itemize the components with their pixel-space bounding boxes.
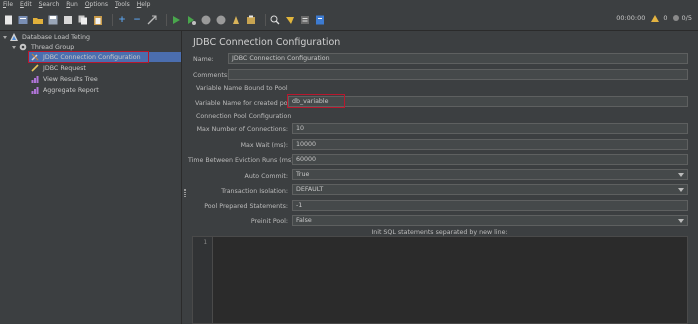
tree-item-label: JDBC Request <box>43 64 86 72</box>
chart-icon <box>31 76 39 83</box>
elapsed-time: 00:00:00 <box>616 14 646 22</box>
auto-commit-select[interactable]: True <box>292 169 688 180</box>
search-icon[interactable] <box>270 15 280 25</box>
clear-all-icon[interactable] <box>246 15 256 25</box>
menu-file[interactable]: File <box>3 1 13 8</box>
line-number-gutter: 1 <box>193 237 213 323</box>
eviction-runs-label: Time Between Eviction Runs (ms): <box>188 157 296 164</box>
menu-search[interactable]: Search <box>39 1 60 8</box>
shutdown-icon[interactable] <box>216 15 226 25</box>
function-helper-icon[interactable] <box>300 15 310 25</box>
tree-item-jdbc-request[interactable]: JDBC Request <box>31 63 86 73</box>
max-connections-label: Max Number of Connections: <box>196 126 288 133</box>
menu-help[interactable]: Help <box>137 1 151 8</box>
config-panel: JDBC Connection Configuration Name: JDBC… <box>188 31 698 324</box>
toolbar: + − 00:00:00 0 0/5 <box>0 9 698 31</box>
thread-indicator-icon <box>672 15 679 21</box>
chevron-down-icon[interactable] <box>12 45 16 49</box>
eviction-runs-field[interactable]: 60000 <box>292 154 688 165</box>
max-wait-field[interactable]: 10000 <box>292 139 688 150</box>
status-area: 00:00:00 0 0/5 <box>616 14 692 22</box>
tree-item-label: Aggregate Report <box>43 86 99 94</box>
chevron-down-icon[interactable] <box>3 35 7 39</box>
start-no-pause-icon[interactable] <box>186 15 196 25</box>
highlight-box-variable <box>287 94 345 108</box>
collapse-icon[interactable]: − <box>132 15 142 25</box>
prepared-statements-field[interactable]: -1 <box>292 200 688 211</box>
bound-section-title: Variable Name Bound to Pool <box>196 85 288 92</box>
gear-icon <box>19 43 27 51</box>
menu-options[interactable]: Options <box>85 1 108 8</box>
open-icon[interactable] <box>33 15 43 25</box>
test-plan-tree: Database Load Teting Thread Group JDBC C… <box>0 31 181 324</box>
menu-run[interactable]: Run <box>66 1 78 8</box>
test-plan-icon <box>10 33 18 41</box>
paste-icon[interactable] <box>93 15 103 25</box>
reset-search-icon[interactable] <box>285 15 295 25</box>
pane-splitter[interactable] <box>181 31 188 324</box>
tree-item-aggregate[interactable]: Aggregate Report <box>31 85 99 95</box>
clear-icon[interactable] <box>231 15 241 25</box>
transaction-isolation-select[interactable]: DEFAULT <box>292 184 688 195</box>
pen-icon <box>31 64 39 72</box>
init-sql-label: Init SQL statements separated by new lin… <box>371 229 508 236</box>
comments-label: Comments: <box>193 72 230 79</box>
toolbar-separator <box>112 13 113 26</box>
copy-icon[interactable] <box>78 15 88 25</box>
tree-root-label: Database Load Teting <box>22 33 91 41</box>
tree-thread-group-label: Thread Group <box>31 43 75 51</box>
start-icon[interactable] <box>171 15 181 25</box>
name-label: Name: <box>193 56 214 63</box>
transaction-isolation-label: Transaction Isolation: <box>221 188 288 195</box>
init-sql-editor[interactable]: 1 <box>192 236 688 324</box>
variable-name-field[interactable]: db_variable <box>288 96 688 107</box>
tree-item-label: View Results Tree <box>43 75 98 83</box>
templates-icon[interactable] <box>18 15 28 25</box>
comments-field[interactable] <box>228 69 688 80</box>
warning-count: 0 <box>663 14 668 22</box>
menu-bar: File Edit Search Run Options Tools Help <box>0 0 698 9</box>
max-wait-label: Max Wait (ms): <box>240 142 288 149</box>
help-icon[interactable] <box>315 15 325 25</box>
pool-section-title: Connection Pool Configuration <box>196 113 292 120</box>
thread-count: 0/5 <box>681 14 692 22</box>
toolbar-separator <box>166 13 167 26</box>
new-icon[interactable] <box>3 15 13 25</box>
splitter-grip-icon[interactable] <box>184 189 186 197</box>
menu-edit[interactable]: Edit <box>20 1 32 8</box>
prepared-statements-label: Pool Prepared Statements: <box>204 203 288 210</box>
warning-icon[interactable] <box>651 14 660 22</box>
toolbar-separator <box>265 13 266 26</box>
stop-icon[interactable] <box>201 15 211 25</box>
preinit-pool-label: Preinit Pool: <box>250 218 288 225</box>
chart-icon <box>31 87 39 94</box>
max-connections-field[interactable]: 10 <box>292 123 688 134</box>
name-field[interactable]: JDBC Connection Configuration <box>228 53 688 64</box>
menu-tools[interactable]: Tools <box>115 1 130 8</box>
preinit-pool-select[interactable]: False <box>292 215 688 226</box>
auto-commit-label: Auto Commit: <box>244 173 288 180</box>
cut-icon[interactable] <box>63 15 73 25</box>
expand-icon[interactable]: + <box>117 15 127 25</box>
variable-name-label: Variable Name for created pool: <box>195 100 296 107</box>
highlight-box-tree <box>28 51 149 63</box>
page-title: JDBC Connection Configuration <box>193 37 341 48</box>
save-icon[interactable] <box>48 15 58 25</box>
tree-root-item[interactable]: Database Load Teting <box>3 32 90 42</box>
tree-item-view-results[interactable]: View Results Tree <box>31 74 98 84</box>
toggle-icon[interactable] <box>147 15 157 25</box>
line-number: 1 <box>203 239 207 246</box>
